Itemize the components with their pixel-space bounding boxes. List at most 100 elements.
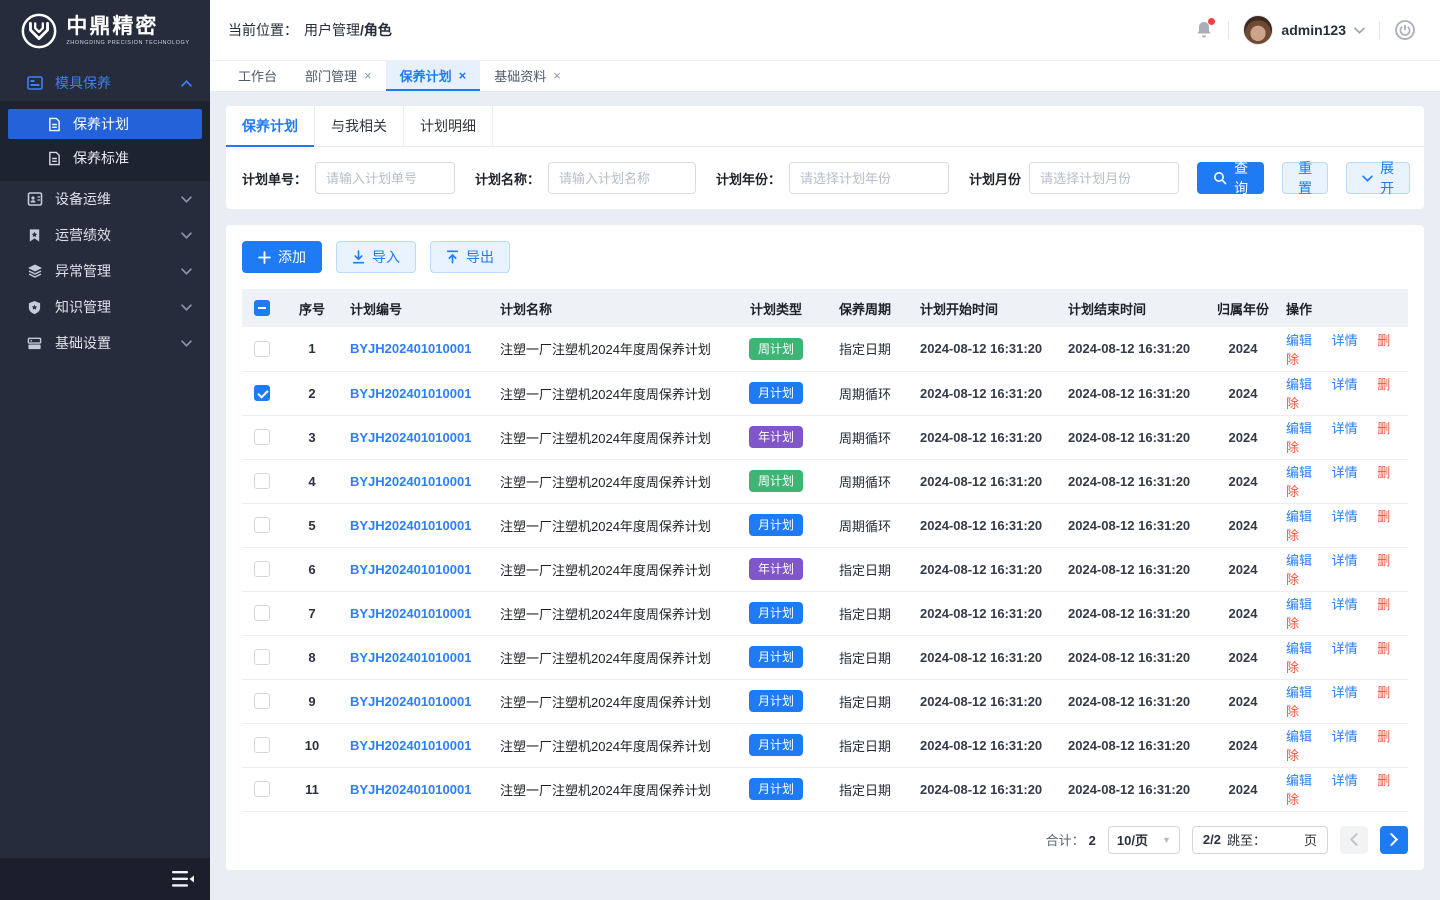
detail-link[interactable]: 详情	[1332, 465, 1358, 480]
tab-maintenance-plan[interactable]: 保养计划	[226, 106, 315, 146]
detail-link[interactable]: 详情	[1332, 729, 1358, 744]
edit-link[interactable]: 编辑	[1286, 729, 1312, 744]
plan-year-select[interactable]	[789, 162, 949, 194]
detail-link[interactable]: 详情	[1332, 553, 1358, 568]
detail-link[interactable]: 详情	[1332, 641, 1358, 656]
row-index: 9	[282, 679, 342, 723]
close-icon[interactable]: ×	[553, 69, 561, 82]
plan-code-link[interactable]: BYJH202401010001	[350, 782, 471, 797]
add-label: 添加	[278, 247, 306, 267]
detail-link[interactable]: 详情	[1332, 685, 1358, 700]
plan-no-input[interactable]	[315, 162, 455, 194]
import-button[interactable]: 导入	[336, 241, 416, 273]
plus-icon	[258, 251, 271, 264]
prev-page-button[interactable]	[1340, 826, 1368, 854]
search-button[interactable]: 查询	[1197, 162, 1264, 194]
expand-button[interactable]: 展开	[1346, 162, 1410, 194]
sidebar-item-maintenance-standard[interactable]: 保养标准	[8, 143, 202, 173]
close-icon[interactable]: ×	[364, 69, 372, 82]
window-tab-basic-data[interactable]: 基础资料 ×	[480, 61, 575, 91]
sidebar-submenu: 保养计划 保养标准	[0, 101, 210, 181]
sidebar-footer	[0, 858, 210, 900]
row-checkbox[interactable]	[254, 429, 270, 445]
close-icon[interactable]: ×	[459, 69, 467, 82]
edit-link[interactable]: 编辑	[1286, 641, 1312, 656]
edit-link[interactable]: 编辑	[1286, 333, 1312, 348]
plan-code-link[interactable]: BYJH202401010001	[350, 606, 471, 621]
col-header-name: 计划名称	[492, 289, 734, 327]
edit-link[interactable]: 编辑	[1286, 465, 1312, 480]
row-checkbox[interactable]	[254, 561, 270, 577]
detail-link[interactable]: 详情	[1332, 421, 1358, 436]
jump-page-input[interactable]	[1272, 830, 1298, 850]
plan-type-badge: 年计划	[749, 558, 803, 580]
plan-month-select[interactable]	[1029, 162, 1179, 194]
reset-button[interactable]: 重置	[1282, 162, 1328, 194]
edit-link[interactable]: 编辑	[1286, 773, 1312, 788]
plan-code-link[interactable]: BYJH202401010001	[350, 562, 471, 577]
edit-link[interactable]: 编辑	[1286, 421, 1312, 436]
sidebar-item-mold-maintenance[interactable]: 模具保养	[0, 65, 210, 101]
sidebar-collapse-icon[interactable]	[172, 870, 194, 888]
sidebar-item-performance[interactable]: 运营绩效	[0, 217, 210, 253]
window-tab-workbench[interactable]: 工作台	[224, 61, 291, 91]
tab-plan-detail[interactable]: 计划明细	[404, 106, 493, 146]
export-button[interactable]: 导出	[430, 241, 510, 273]
row-checkbox[interactable]	[254, 649, 270, 665]
plan-code-link[interactable]: BYJH202401010001	[350, 694, 471, 709]
plan-code-link[interactable]: BYJH202401010001	[350, 650, 471, 665]
plan-name: 注塑一厂注塑机2024年度周保养计划	[492, 503, 734, 547]
plan-name-input[interactable]	[548, 162, 696, 194]
detail-link[interactable]: 详情	[1332, 509, 1358, 524]
row-checkbox[interactable]	[254, 781, 270, 797]
plan-type-badge: 月计划	[749, 734, 803, 756]
add-button[interactable]: 添加	[242, 241, 322, 273]
sidebar-item-basic-settings[interactable]: 基础设置	[0, 325, 210, 361]
plan-code-link[interactable]: BYJH202401010001	[350, 738, 471, 753]
logout-power-icon[interactable]	[1394, 19, 1416, 41]
detail-link[interactable]: 详情	[1332, 597, 1358, 612]
row-checkbox[interactable]	[254, 737, 270, 753]
select-all-checkbox[interactable]	[254, 300, 270, 316]
total-label: 合计：	[1046, 833, 1085, 848]
row-checkbox[interactable]	[254, 473, 270, 489]
logo-subtitle: ZHONGDING PRECISION TECHNOLOGY	[66, 40, 189, 46]
plan-code-link[interactable]: BYJH202401010001	[350, 518, 471, 533]
sidebar-item-knowledge-mgmt[interactable]: 知识管理	[0, 289, 210, 325]
row-checkbox[interactable]	[254, 341, 270, 357]
window-tab-maintenance-plan[interactable]: 保养计划 ×	[386, 61, 481, 91]
sidebar-item-equipment-ops[interactable]: 设备运维	[0, 181, 210, 217]
detail-link[interactable]: 详情	[1332, 333, 1358, 348]
window-tab-department[interactable]: 部门管理 ×	[291, 61, 386, 91]
row-index: 5	[282, 503, 342, 547]
row-checkbox[interactable]	[254, 517, 270, 533]
jump-label: 跳至：	[1227, 830, 1266, 849]
detail-link[interactable]: 详情	[1332, 773, 1358, 788]
breadcrumb-prefix: 当前位置：	[228, 20, 298, 40]
row-checkbox[interactable]	[254, 605, 270, 621]
breadcrumb-section[interactable]: 用户管理	[304, 20, 360, 40]
plan-code-link[interactable]: BYJH202401010001	[350, 386, 471, 401]
col-header-start: 计划开始时间	[912, 289, 1060, 327]
plan-code-link[interactable]: BYJH202401010001	[350, 341, 471, 356]
edit-link[interactable]: 编辑	[1286, 685, 1312, 700]
edit-link[interactable]: 编辑	[1286, 597, 1312, 612]
next-page-button[interactable]	[1380, 826, 1408, 854]
page-size-select[interactable]: 10/页 ▼	[1108, 826, 1180, 854]
edit-link[interactable]: 编辑	[1286, 509, 1312, 524]
plan-code-link[interactable]: BYJH202401010001	[350, 430, 471, 445]
user-menu[interactable]: admin123	[1243, 15, 1365, 45]
row-checkbox[interactable]	[254, 693, 270, 709]
notification-bell-icon[interactable]	[1194, 20, 1214, 40]
row-index: 3	[282, 415, 342, 459]
detail-link[interactable]: 详情	[1332, 377, 1358, 392]
row-checkbox[interactable]	[254, 385, 270, 401]
edit-link[interactable]: 编辑	[1286, 377, 1312, 392]
plan-code-link[interactable]: BYJH202401010001	[350, 474, 471, 489]
chevron-down-icon	[181, 268, 192, 275]
tab-related-to-me[interactable]: 与我相关	[315, 106, 404, 146]
edit-link[interactable]: 编辑	[1286, 553, 1312, 568]
sidebar-item-maintenance-plan[interactable]: 保养计划	[8, 109, 202, 139]
sidebar-item-exception-mgmt[interactable]: 异常管理	[0, 253, 210, 289]
plan-start-time: 2024-08-12 16:31:20	[912, 503, 1060, 547]
